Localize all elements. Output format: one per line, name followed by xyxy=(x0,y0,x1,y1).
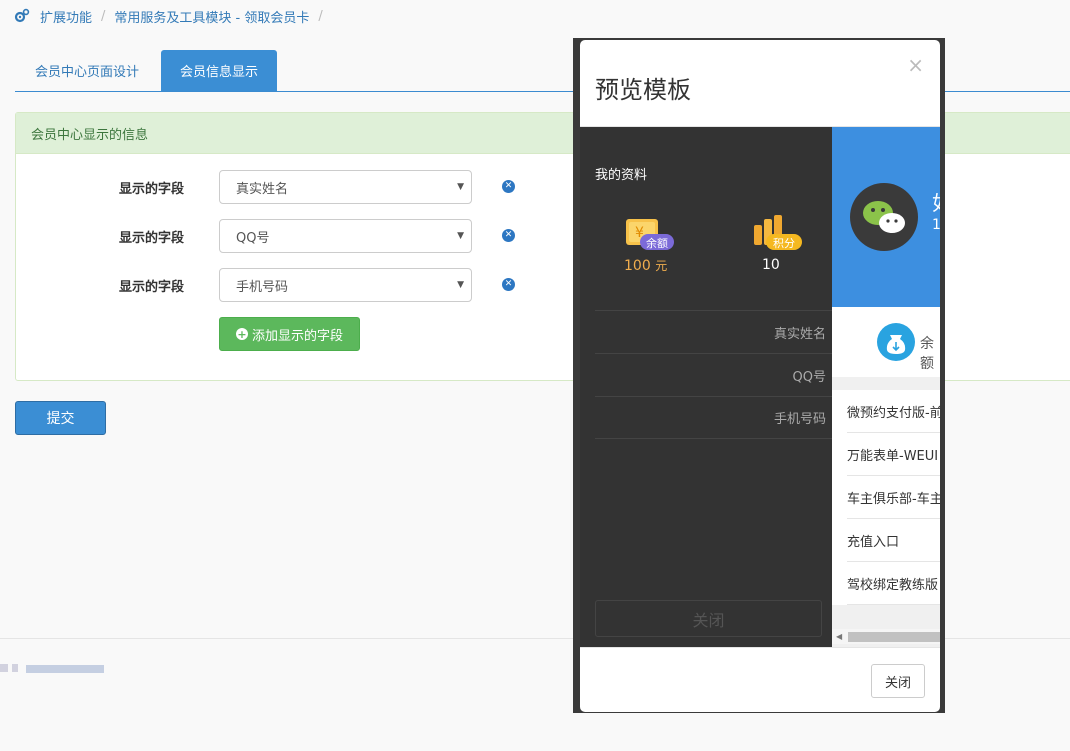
breadcrumb-separator: / xyxy=(318,8,323,24)
field-label: 显示的字段 xyxy=(119,280,185,295)
balance-label: 余额 xyxy=(920,336,934,372)
select-value: 真实姓名 xyxy=(236,181,289,197)
gears-icon xyxy=(14,8,30,24)
list-item: 真实姓名 xyxy=(595,310,832,353)
add-field-label: 添加显示的字段 xyxy=(251,328,343,344)
close-icon[interactable]: × xyxy=(907,53,924,77)
caret-down-icon: ▼ xyxy=(457,231,464,241)
breadcrumb-item-module[interactable]: 常用服务及工具模块 - 领取会员卡 xyxy=(114,7,309,26)
remove-circle-icon[interactable]: ✕ xyxy=(502,229,515,242)
field-label: 显示的字段 xyxy=(119,231,185,246)
close-button[interactable]: 关闭 xyxy=(871,664,925,698)
points-badge: 积分 xyxy=(773,237,795,250)
points-value: 10 xyxy=(762,257,780,273)
horizontal-scrollbar[interactable]: ◀ xyxy=(832,629,940,644)
balance-amount: 100 xyxy=(624,258,651,274)
caret-down-icon: ▼ xyxy=(457,280,464,290)
list-item: 手机号码 xyxy=(595,396,832,439)
remove-circle-icon[interactable]: ✕ xyxy=(502,180,515,193)
user-name: 如 xyxy=(932,187,940,216)
preview-close-button[interactable]: 关闭 xyxy=(595,600,822,637)
list-item: 微预约支付版-前 xyxy=(847,390,940,433)
modal-body: 我的资料 ¥ 余额 积分 100 元 10 真实姓名 QQ号 手机号码 关闭 1… xyxy=(580,127,940,647)
user-id: 1: xyxy=(932,217,940,233)
list-item: 车主俱乐部-车主 xyxy=(847,476,940,519)
breadcrumb-item-extensions[interactable]: 扩展功能 xyxy=(40,7,92,26)
footer-blurred-logo xyxy=(0,660,110,676)
field-select[interactable]: 手机号码 ▼ xyxy=(219,268,472,302)
modal-title: 预览模板 xyxy=(595,76,691,104)
balance-badge: 余额 xyxy=(646,237,668,250)
preview-user-header: 如 1: xyxy=(832,127,940,307)
field-label: 显示的字段 xyxy=(119,182,185,197)
preview-field-list: 真实姓名 QQ号 手机号码 xyxy=(580,310,832,439)
field-select[interactable]: 真实姓名 ▼ xyxy=(219,170,472,204)
plus-circle-icon: + xyxy=(235,327,248,341)
breadcrumb-separator: / xyxy=(101,8,106,24)
preview-modal: 预览模板 × 我的资料 ¥ 余额 积分 100 元 10 真实姓名 QQ号 手机… xyxy=(580,40,940,712)
preview-profile-panel: 我的资料 ¥ 余额 积分 100 元 10 真实姓名 QQ号 手机号码 关闭 xyxy=(580,127,832,647)
breadcrumb: 扩展功能 / 常用服务及工具模块 - 领取会员卡 / xyxy=(14,6,332,26)
list-item: 驾校绑定教练版 xyxy=(847,562,940,605)
balance-unit: 元 xyxy=(655,259,668,273)
remove-circle-icon[interactable]: ✕ xyxy=(502,278,515,291)
preview-phone: 如 1: 余额 微预约支付版-前 万能表单-WEUI 车主俱乐部-车主 充值入口… xyxy=(832,127,940,647)
modal-header: 预览模板 × xyxy=(580,40,940,127)
field-select[interactable]: QQ号 ▼ xyxy=(219,219,472,253)
scroll-left-arrow-icon[interactable]: ◀ xyxy=(836,632,842,641)
add-field-button[interactable]: + 添加显示的字段 xyxy=(219,317,360,351)
modal-footer: 关闭 xyxy=(580,647,940,712)
submit-button[interactable]: 提交 xyxy=(15,401,106,435)
tab-page-design[interactable]: 会员中心页面设计 xyxy=(15,50,159,91)
moneybag-icon xyxy=(877,323,915,361)
preview-section-title: 我的资料 xyxy=(595,168,648,183)
preview-menu: 微预约支付版-前 万能表单-WEUI 车主俱乐部-车主 充值入口 驾校绑定教练版 xyxy=(832,390,940,605)
balance-row: 余额 xyxy=(832,307,940,377)
caret-down-icon: ▼ xyxy=(457,182,464,192)
select-value: QQ号 xyxy=(236,230,270,246)
balance-value: 100 元 xyxy=(624,257,667,274)
list-item: 万能表单-WEUI xyxy=(847,433,940,476)
select-value: 手机号码 xyxy=(236,279,289,295)
scrollbar-thumb[interactable] xyxy=(848,632,940,642)
wechat-icon xyxy=(850,183,918,251)
tab-member-info[interactable]: 会员信息显示 xyxy=(161,50,277,91)
list-item: 充值入口 xyxy=(847,519,940,562)
list-item: QQ号 xyxy=(595,353,832,396)
